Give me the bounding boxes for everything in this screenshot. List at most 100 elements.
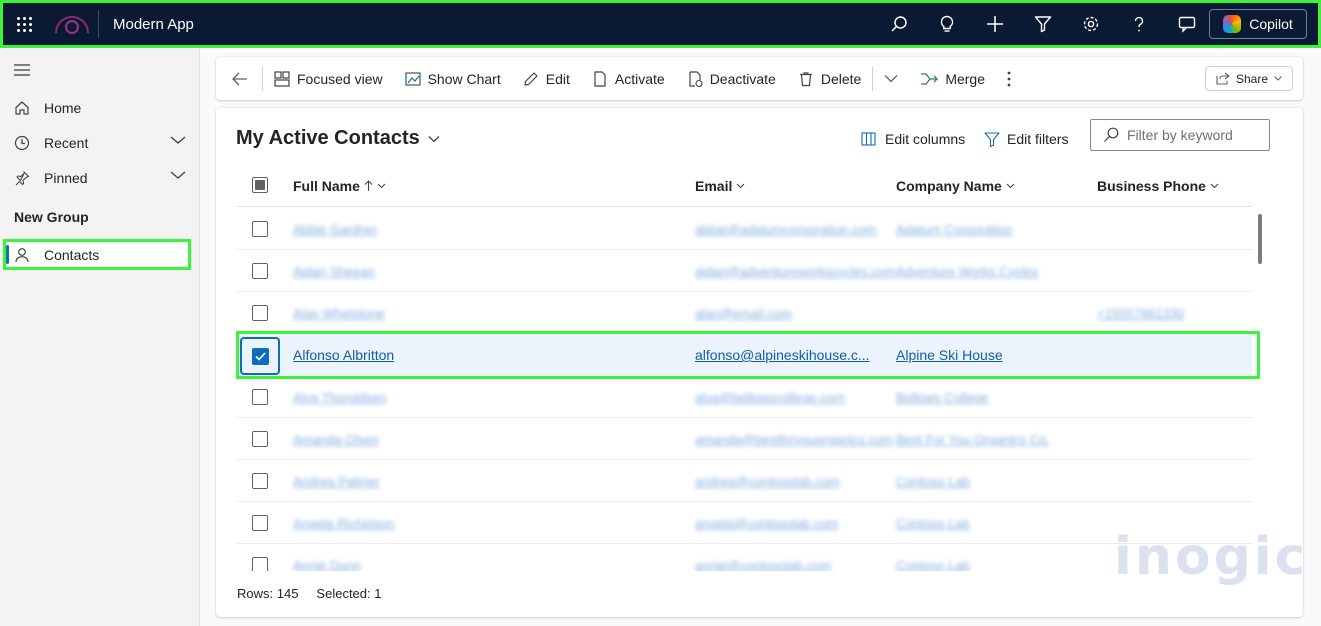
focused-view-button[interactable]: Focused view [263,57,394,100]
sidebar-item-home[interactable]: Home [0,90,200,125]
cell-email[interactable]: alfonso@alpineskihouse.c... [695,334,870,376]
help-button[interactable] [1115,0,1163,48]
search-button[interactable] [875,0,923,48]
cell-email[interactable]: alva@bellowscollege.com [695,376,845,418]
sidebar-menu-toggle[interactable] [0,52,200,87]
cell-company[interactable]: Adventure Works Cycles [896,250,1038,292]
table-row[interactable]: Aidan Sheean aidan@adventureworkscycles.… [237,250,1252,292]
cell-company[interactable]: Alpine Ski House [896,334,1003,376]
view-selector[interactable]: My Active Contacts [236,127,440,150]
table-row[interactable]: Alva Thoroldsen alva@bellowscollege.com … [237,376,1252,418]
cell-email[interactable]: alan@email.com [695,292,792,334]
cell-company[interactable]: Contoso Lab [896,544,970,572]
row-checkbox[interactable] [252,557,268,571]
row-checkbox-checked[interactable] [240,337,280,375]
cell-full-name[interactable]: Andrea Palmer [293,460,380,502]
sidebar-item-label: Recent [44,134,89,151]
row-checkbox[interactable] [252,221,268,237]
sidebar-item-recent[interactable]: Recent [0,125,200,160]
column-header-company-name[interactable]: Company Name [896,164,1015,207]
table-row[interactable]: Abbie Gardner abbie@adatumcorporation.co… [237,208,1252,250]
cell-email[interactable]: amanda@bestforyouorganics.com [695,418,893,460]
home-icon [15,100,29,115]
share-button[interactable]: Share [1205,66,1293,91]
cell-email[interactable]: angela@contosolab.com [695,502,838,544]
person-icon [15,247,29,262]
edit-columns-button[interactable]: Edit columns [861,127,965,151]
cell-full-name[interactable]: Alva Thoroldsen [293,376,387,418]
delete-button[interactable]: Delete [787,57,872,100]
new-button[interactable] [971,0,1019,48]
feedback-button[interactable] [1163,0,1211,48]
row-checkbox[interactable] [252,263,268,279]
more-vertical-icon [1007,71,1011,86]
row-count: Rows: 145 [237,586,299,601]
keyword-filter-input[interactable]: Filter by keyword [1090,119,1270,151]
edit-filters-button[interactable]: Edit filters [984,127,1068,151]
cell-full-name[interactable]: Alfonso Albritton [293,334,394,376]
ideas-button[interactable] [923,0,971,48]
cell-email[interactable]: andrea@contosolab.com [695,460,840,502]
merge-button[interactable]: Merge [909,57,996,100]
row-checkbox[interactable] [252,431,268,447]
row-checkbox[interactable] [252,305,268,321]
command-bar: Focused view Show Chart Edit Activate De… [216,57,1303,100]
table-row[interactable]: Angela Richelson angela@contosolab.com C… [237,502,1252,544]
chevron-down-icon[interactable] [170,135,186,145]
chevron-down-icon [884,75,898,83]
table-row[interactable]: Amanda Olsen amanda@bestforyouorganics.c… [237,418,1252,460]
column-header-email[interactable]: Email [695,164,745,207]
sidebar-item-pinned[interactable]: Pinned [0,160,200,195]
cell-full-name[interactable]: Annie Dunn [293,544,361,572]
column-header-full-name[interactable]: Full Name [293,164,386,207]
cell-full-name[interactable]: Alan Whetstone [293,292,385,334]
cell-company[interactable]: Best For You Organics Co. [896,418,1050,460]
cell-email[interactable]: annie@contosolab.com [695,544,831,572]
sidebar-group-title: New Group [14,209,89,225]
sort-ascending-icon [364,179,373,191]
clock-icon [14,135,30,150]
gear-icon [1083,16,1099,32]
chevron-down-icon[interactable] [170,170,186,180]
vertical-scrollbar[interactable] [1258,214,1262,264]
cell-full-name[interactable]: Aidan Sheean [293,250,375,292]
settings-button[interactable] [1067,0,1115,48]
cell-email[interactable]: abbie@adatumcorporation.com [695,208,877,250]
select-all-checkbox[interactable] [252,177,268,193]
cell-full-name[interactable]: Angela Richelson [293,502,394,544]
column-header-business-phone[interactable]: Business Phone [1097,164,1219,207]
advanced-filter-button[interactable] [1019,0,1067,48]
cell-company[interactable]: Contoso Lab [896,502,970,544]
cell-company[interactable]: Adatum Corporation [896,208,1012,250]
selected-count: Selected: 1 [316,586,382,601]
back-button[interactable] [216,57,262,100]
column-header-label: Company Name [896,177,1002,194]
table-row[interactable]: Andrea Palmer andrea@contosolab.com Cont… [237,460,1252,502]
trash-icon [799,71,812,86]
activate-button[interactable]: Activate [581,57,676,100]
edit-button[interactable]: Edit [512,57,581,100]
row-checkbox[interactable] [252,515,268,531]
column-header-label: Email [695,177,733,194]
lightbulb-icon [940,15,954,32]
sidebar-item-contacts[interactable]: Contacts [3,239,191,270]
overflow-menu-button[interactable] [996,57,1022,100]
app-title[interactable]: Modern App [113,16,194,33]
show-chart-button[interactable]: Show Chart [394,57,512,100]
app-launcher-button[interactable] [0,0,48,48]
row-checkbox[interactable] [252,389,268,405]
cell-full-name[interactable]: Amanda Olsen [293,418,379,460]
focused-view-icon [274,70,290,87]
cell-email[interactable]: aidan@adventureworkscycles.com [695,250,896,292]
row-checkbox[interactable] [252,473,268,489]
cell-full-name[interactable]: Abbie Gardner [293,208,378,250]
copilot-button[interactable]: Copilot [1209,9,1307,39]
table-row-selected[interactable]: Alfonso Albritton alfonso@alpineskihouse… [237,334,1252,376]
table-row[interactable]: Alan Whetstone alan@email.com +155578613… [237,292,1252,334]
deactivate-button[interactable]: Deactivate [676,57,787,100]
cell-company[interactable]: Contoso Lab [896,460,970,502]
table-row[interactable]: Annie Dunn annie@contosolab.com Contoso … [237,544,1252,571]
more-commands-dropdown[interactable] [873,57,909,100]
cell-company[interactable]: Bellows College [896,376,989,418]
arrow-left-icon [232,72,247,85]
